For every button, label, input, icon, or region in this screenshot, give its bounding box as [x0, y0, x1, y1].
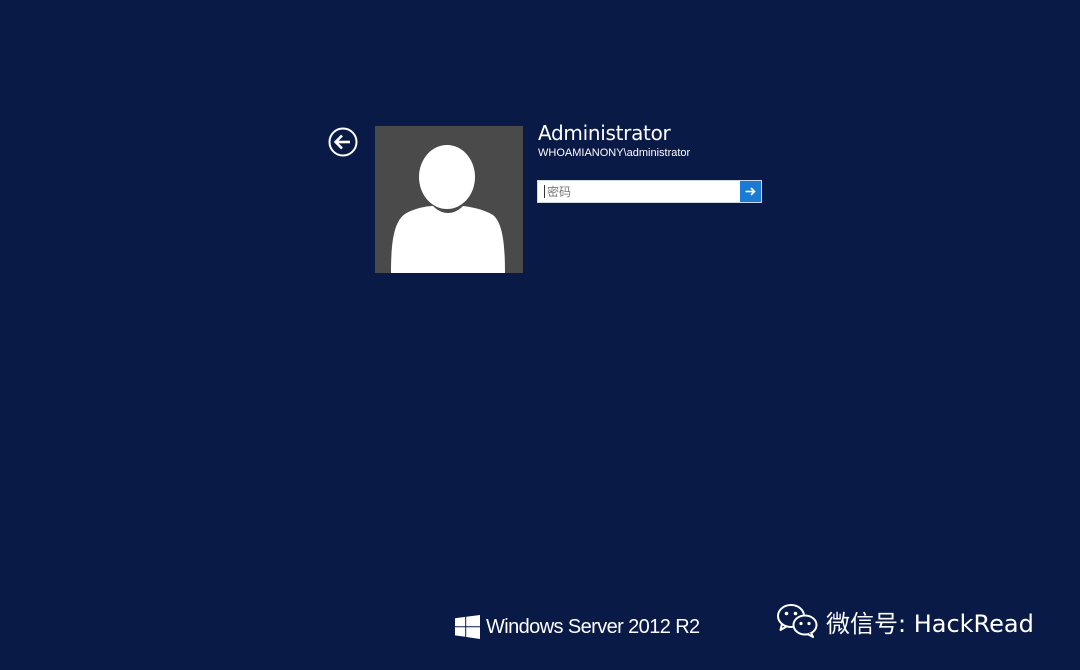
user-account-name: WHOAMIANONY\administrator	[538, 147, 691, 159]
windows-logo-icon	[455, 615, 480, 639]
back-button[interactable]	[328, 127, 358, 157]
os-branding: Windows Server 2012 R2	[455, 615, 700, 639]
lock-screen: Administrator WHOAMIANONY\administrator …	[0, 0, 1080, 670]
arrow-right-icon	[745, 187, 756, 196]
wechat-icon	[777, 604, 818, 638]
arrow-left-circle-icon	[328, 127, 358, 157]
watermark: 微信号: HackRead	[776, 603, 1034, 639]
os-name: Windows Server 2012 R2	[486, 615, 700, 638]
user-display-name: Administrator	[538, 121, 671, 145]
submit-button[interactable]	[740, 181, 761, 202]
user-silhouette-icon	[391, 145, 505, 273]
user-avatar	[375, 126, 523, 273]
password-input[interactable]	[544, 185, 740, 198]
watermark-text: 微信号: HackRead	[826, 609, 1034, 638]
password-field[interactable]	[537, 180, 762, 203]
